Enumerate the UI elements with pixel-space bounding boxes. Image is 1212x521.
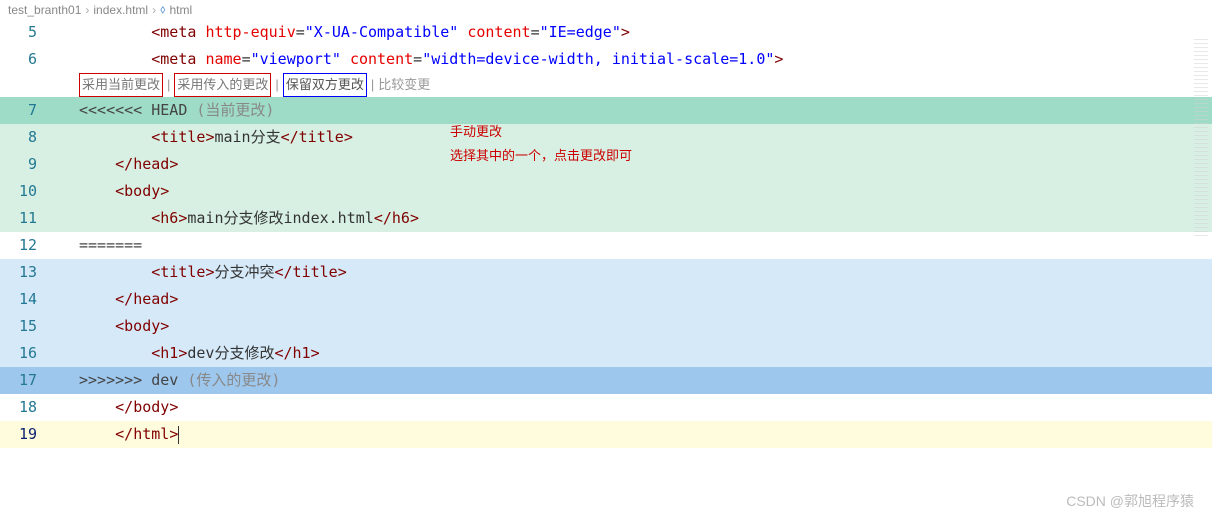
- line-number: 11: [0, 205, 55, 232]
- line-number: 10: [0, 178, 55, 205]
- code-line[interactable]: <meta name="viewport" content="width=dev…: [55, 46, 1212, 73]
- line-number: 8: [0, 124, 55, 151]
- code-line[interactable]: <h1>dev分支修改</h1>: [55, 340, 1212, 367]
- breadcrumb-folder[interactable]: test_branth01: [8, 3, 81, 17]
- compare-changes-button[interactable]: 比较变更: [378, 74, 430, 96]
- conflict-tail-marker[interactable]: >>>>>>> dev (传入的更改): [55, 367, 1212, 394]
- line-number: 18: [0, 394, 55, 421]
- conflict-head-marker[interactable]: <<<<<<< HEAD (当前更改): [55, 97, 1212, 124]
- merge-codelens: 采用当前更改 | 采用传入的更改 | 保留双方更改 | 比较变更: [55, 73, 430, 97]
- minimap[interactable]: [1194, 39, 1208, 239]
- line-number: 15: [0, 313, 55, 340]
- line-number: 14: [0, 286, 55, 313]
- conflict-separator[interactable]: =======: [55, 232, 1212, 259]
- breadcrumb-file[interactable]: index.html: [93, 3, 148, 17]
- accept-incoming-button[interactable]: 采用传入的更改: [174, 73, 271, 97]
- line-number: 7: [0, 97, 55, 124]
- code-line[interactable]: </html>: [55, 421, 1212, 448]
- code-line[interactable]: <meta http-equiv="X-UA-Compatible" conte…: [55, 19, 1212, 46]
- chevron-right-icon: ›: [85, 3, 89, 17]
- html-symbol-icon: ⬨: [160, 2, 165, 17]
- line-number: 12: [0, 232, 55, 259]
- accept-both-button[interactable]: 保留双方更改: [283, 73, 367, 97]
- line-number: 16: [0, 340, 55, 367]
- code-line[interactable]: <title>main分支</title>: [55, 124, 1212, 151]
- chevron-right-icon: ›: [152, 3, 156, 17]
- line-number: 6: [0, 46, 55, 73]
- breadcrumb-symbol[interactable]: html: [170, 3, 193, 17]
- accept-current-button[interactable]: 采用当前更改: [79, 73, 163, 97]
- line-number: 17: [0, 367, 55, 394]
- line-number: 9: [0, 151, 55, 178]
- code-line[interactable]: </head>: [55, 286, 1212, 313]
- code-line[interactable]: <body>: [55, 178, 1212, 205]
- code-line[interactable]: </body>: [55, 394, 1212, 421]
- code-editor[interactable]: 5 <meta http-equiv="X-UA-Compatible" con…: [0, 19, 1212, 448]
- line-number: 5: [0, 19, 55, 46]
- code-line[interactable]: <body>: [55, 313, 1212, 340]
- watermark: CSDN @郭旭程序猿: [1066, 491, 1194, 511]
- breadcrumb[interactable]: test_branth01 › index.html › ⬨ html: [0, 0, 1212, 19]
- code-line[interactable]: </head>: [55, 151, 1212, 178]
- text-cursor: [178, 426, 179, 444]
- line-number: 13: [0, 259, 55, 286]
- code-line[interactable]: <title>分支冲突</title>: [55, 259, 1212, 286]
- line-number: 19: [0, 421, 55, 448]
- code-line[interactable]: <h6>main分支修改index.html</h6>: [55, 205, 1212, 232]
